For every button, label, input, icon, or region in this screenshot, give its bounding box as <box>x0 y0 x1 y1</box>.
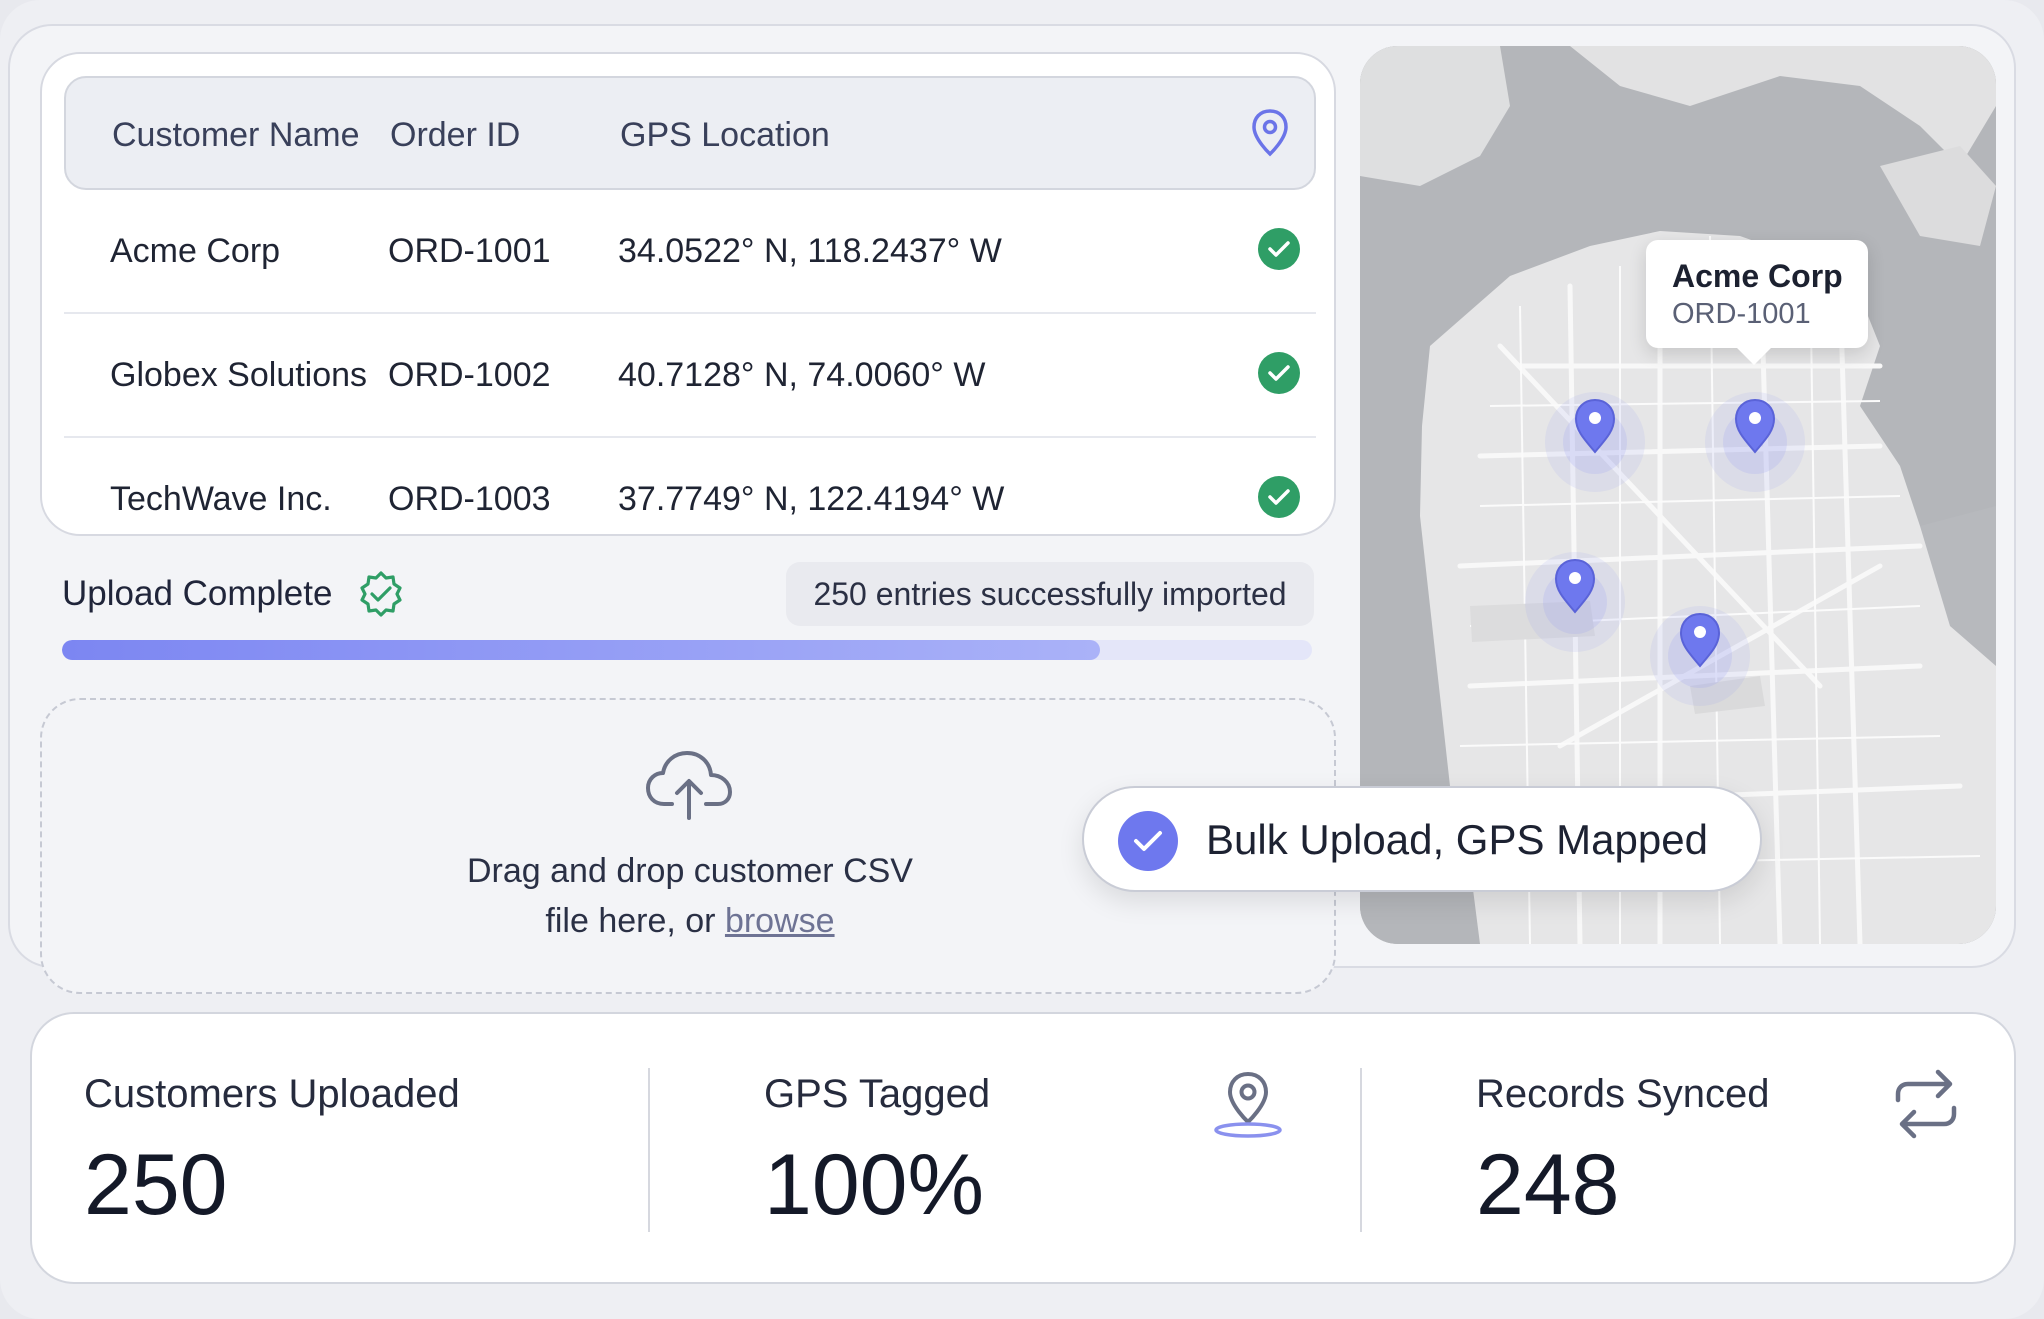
map-pin-icon[interactable] <box>1250 108 1290 158</box>
bulk-upload-status-pill: Bulk Upload, GPS Mapped <box>1082 786 1762 892</box>
cell-customer-name: TechWave Inc. <box>110 480 332 518</box>
cell-order-id: ORD-1003 <box>388 480 551 518</box>
location-pin-icon <box>1212 1068 1284 1145</box>
table-row[interactable]: Acme Corp ORD-1001 34.0522° N, 118.2437°… <box>64 190 1316 314</box>
upload-status-label: Upload Complete <box>62 574 333 613</box>
imported-count-badge: 250 entries successfully imported <box>786 562 1314 626</box>
cell-gps-location: 37.7749° N, 122.4194° W <box>618 480 1005 518</box>
upload-progress-bar <box>62 640 1312 660</box>
verified-badge-icon <box>356 569 406 619</box>
cell-customer-name: Acme Corp <box>110 232 281 270</box>
column-header-gps-location[interactable]: GPS Location <box>620 116 830 155</box>
upload-progress-fill <box>62 640 1100 660</box>
check-circle-icon <box>1258 476 1300 518</box>
column-header-customer-name[interactable]: Customer Name <box>112 116 360 155</box>
column-header-order-id[interactable]: Order ID <box>390 116 520 155</box>
stat-value-customers-uploaded: 250 <box>84 1137 228 1233</box>
stats-bar: Customers Uploaded 250 GPS Tagged 100% R… <box>30 1012 2016 1284</box>
cell-customer-name: Globex Solutions <box>110 356 368 394</box>
stat-label-gps-tagged: GPS Tagged <box>764 1072 991 1116</box>
status-pill-text: Bulk Upload, GPS Mapped <box>1206 816 1708 863</box>
table-header: Customer Name Order ID GPS Location <box>64 76 1316 190</box>
sync-arrows-icon[interactable] <box>1888 1066 1964 1147</box>
check-circle-icon <box>1258 228 1300 270</box>
map-tooltip: Acme Corp ORD-1001 <box>1646 240 1868 348</box>
check-circle-icon <box>1258 352 1300 394</box>
stat-value-gps-tagged: 100% <box>764 1137 984 1233</box>
browse-link[interactable]: browse <box>725 902 835 940</box>
cell-order-id: ORD-1002 <box>388 356 551 394</box>
tooltip-subtitle: ORD-1001 <box>1672 298 1811 330</box>
tooltip-title: Acme Corp <box>1672 258 1843 294</box>
stat-value-records-synced: 248 <box>1476 1137 1620 1233</box>
dropzone-line-2: file here, or browse <box>42 896 1338 946</box>
dropzone-line-2-text: file here, or <box>545 902 725 940</box>
customer-table: Customer Name Order ID GPS Location Acme… <box>40 52 1336 536</box>
cell-gps-location: 40.7128° N, 74.0060° W <box>618 356 986 394</box>
cell-gps-location: 34.0522° N, 118.2437° W <box>618 232 1002 270</box>
cloud-upload-icon <box>644 748 734 822</box>
stat-divider <box>648 1068 650 1232</box>
check-circle-icon <box>1118 811 1178 871</box>
stat-label-records-synced: Records Synced <box>1476 1072 1770 1116</box>
app-frame: Customer Name Order ID GPS Location Acme… <box>0 0 2044 1319</box>
cell-order-id: ORD-1001 <box>388 232 551 270</box>
stat-divider <box>1360 1068 1362 1232</box>
stat-label-customers-uploaded: Customers Uploaded <box>84 1072 460 1116</box>
table-row[interactable]: TechWave Inc. ORD-1003 37.7749° N, 122.4… <box>64 438 1316 534</box>
table-row[interactable]: Globex Solutions ORD-1002 40.7128° N, 74… <box>64 314 1316 438</box>
